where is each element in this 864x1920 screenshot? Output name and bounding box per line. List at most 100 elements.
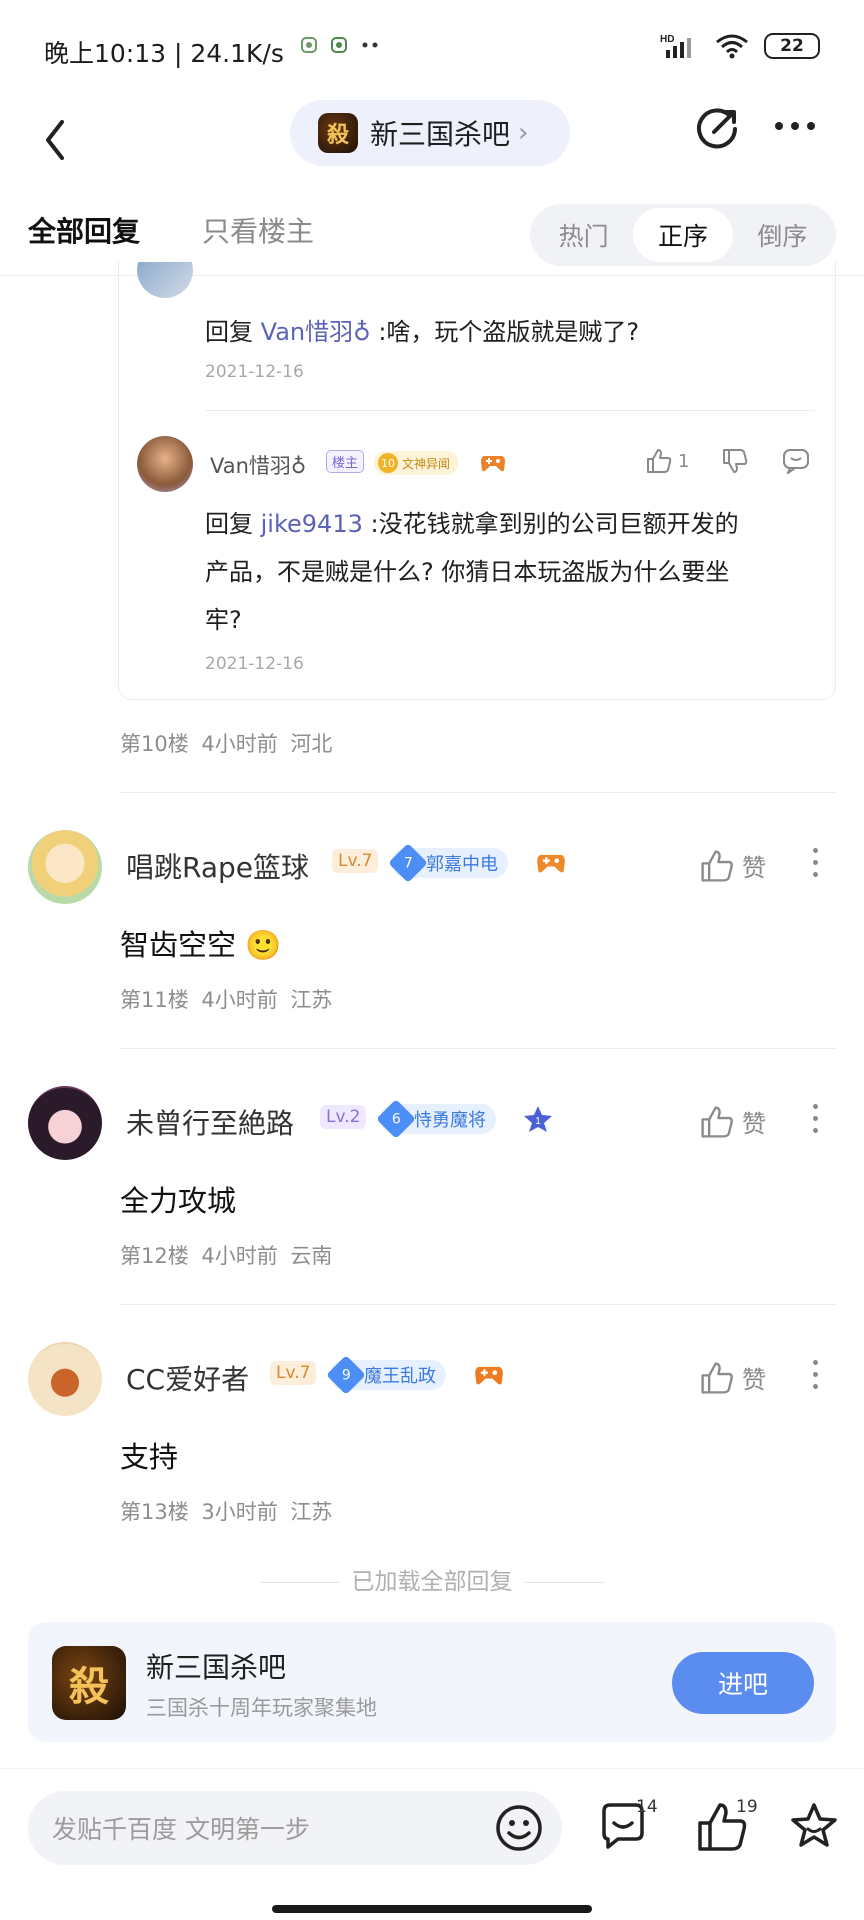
like-label: 赞 [742, 1366, 766, 1394]
divider [259, 1582, 340, 1583]
status-bar: 晚上10:13 | 24.1K/s HD 22 [0, 0, 864, 100]
like-button[interactable]: 赞 [700, 848, 766, 883]
floor-meta: 第10楼 4小时前 河北 [120, 732, 333, 756]
thumbs-up-icon [701, 1105, 733, 1138]
post-author[interactable]: 未曾行至絶路 [126, 1102, 294, 1142]
mention-link[interactable]: Van惜羽♁ [261, 318, 371, 346]
badge-title: 恃勇魔将 [414, 1110, 486, 1131]
like-label: 赞 [742, 1110, 766, 1138]
chevron-right-icon: › [518, 118, 529, 148]
forum-card-title: 新三国杀吧 [146, 1651, 287, 1684]
back-arrow-icon[interactable] [36, 110, 76, 170]
sub-reply-content: 牢? [205, 606, 242, 634]
owner-tag: 楼主 [326, 450, 365, 473]
avatar[interactable] [28, 830, 102, 904]
avatar[interactable] [137, 262, 193, 298]
post-menu-icon[interactable] [810, 1360, 820, 1394]
post-menu-icon[interactable] [810, 848, 820, 882]
post-author[interactable]: 唱跳Rape篮球 [126, 846, 309, 886]
like-label: 赞 [742, 854, 766, 882]
sub-reply-content: 产品，不是贼是什么? 你猜日本玩盗版为什么要坐 [205, 558, 730, 586]
level-badge: Lv.7 [332, 849, 379, 873]
like-count: 1 [678, 450, 690, 472]
forum-name: 新三国杀吧 [370, 118, 511, 151]
post-content: 全力攻城 [120, 1184, 237, 1218]
more-options-icon[interactable] [770, 106, 820, 146]
badge-title: 郭嘉中电 [426, 854, 498, 875]
bottom-bar: 发贴千百度 文明第一步 14 19 [0, 1768, 864, 1920]
member-badge: 10 文神异闻 [374, 451, 459, 475]
star-icon[interactable] [786, 1799, 842, 1855]
post-content: 智齿空空 🙂 [120, 928, 282, 962]
svg-text:HD: HD [660, 34, 674, 45]
reply-input[interactable]: 发贴千百度 文明第一步 [28, 1791, 562, 1865]
floor-meta: 第12楼 4小时前 云南 [120, 1244, 333, 1268]
tab-op-only[interactable]: 只看楼主 [202, 210, 314, 250]
gamepad-icon [475, 1366, 503, 1385]
divider [524, 1582, 605, 1583]
like-count: 19 [736, 1797, 758, 1817]
badge-level: 9 [341, 1366, 351, 1383]
level-badge: Lv.2 [320, 1105, 367, 1129]
wifi-icon [716, 34, 748, 59]
like-button[interactable]: 赞 [700, 1104, 766, 1139]
sub-reply-author[interactable]: Van惜羽♁ [210, 450, 306, 480]
like-button[interactable]: 1 [646, 448, 689, 474]
post-menu-icon[interactable] [810, 1104, 820, 1138]
like-button[interactable]: 赞 [700, 1360, 766, 1395]
level-badge: Lv.7 [270, 1361, 317, 1385]
loaded-all-text: 已加载全部回复 [351, 1569, 513, 1595]
divider [120, 1048, 836, 1049]
member-badge: 7 郭嘉中电 [388, 843, 508, 883]
mention-link[interactable]: jike9413 [261, 510, 363, 538]
comment-icon[interactable] [782, 448, 810, 474]
avatar[interactable] [28, 1086, 102, 1160]
sort-ascending[interactable]: 正序 [633, 208, 733, 262]
divider [120, 792, 836, 793]
thumbs-down-icon[interactable] [722, 448, 748, 474]
status-notification-icons [300, 36, 380, 54]
share-edit-icon[interactable] [692, 104, 742, 154]
member-badge: 9 魔王乱政 [326, 1355, 446, 1395]
forum-logo: 殺 [52, 1646, 126, 1720]
floor-meta: 第11楼 4小时前 江苏 [120, 988, 333, 1012]
emoji-icon[interactable] [494, 1803, 544, 1853]
post-author[interactable]: CC爱好者 [126, 1358, 249, 1398]
sub-reply-content: :啥，玩个盗版就是贼了? [370, 318, 640, 346]
reply-prefix: 回复 [205, 510, 261, 538]
sort-hot[interactable]: 热门 [534, 208, 633, 262]
divider [205, 410, 815, 411]
app-notification-icon [331, 37, 347, 53]
status-time: 晚上10:13 | 24.1K/s [44, 39, 284, 68]
tab-all-replies[interactable]: 全部回复 [28, 210, 140, 250]
member-badge: 6 恃勇魔将 [376, 1099, 496, 1139]
sub-reply-date: 2021-12-16 [205, 362, 304, 382]
forum-card-subtitle: 三国杀十周年玩家聚集地 [146, 1696, 377, 1720]
sub-reply-text: 回复 Van惜羽♁ :啥，玩个盗版就是贼了? [205, 308, 815, 356]
signal-icon: HD [660, 34, 691, 58]
join-forum-button[interactable]: 进吧 [672, 1652, 814, 1714]
reply-prefix: 回复 [205, 318, 261, 346]
avatar[interactable] [28, 1342, 102, 1416]
badge-level: 7 [403, 854, 413, 871]
thumbs-up-icon [647, 449, 672, 473]
nav-bar: 殺 新三国杀吧 › [0, 96, 864, 186]
forum-logo: 殺 [318, 113, 358, 153]
loaded-all-indicator: 已加载全部回复 [0, 1562, 864, 1596]
battery-level: 22 [780, 36, 804, 56]
sort-toggle: 热门 正序 倒序 [530, 204, 836, 266]
post-content: 支持 [120, 1440, 179, 1474]
forum-pill[interactable]: 殺 新三国杀吧 › [290, 100, 570, 166]
battery-indicator: 22 [764, 33, 820, 59]
forum-card[interactable]: 殺 新三国杀吧 三国杀十周年玩家聚集地 进吧 [28, 1622, 836, 1742]
avatar[interactable] [137, 436, 193, 492]
app-notification-icon [301, 37, 317, 53]
thumbs-up-icon [701, 1361, 733, 1394]
sort-descending[interactable]: 倒序 [733, 208, 832, 262]
thumbs-up-icon [701, 849, 733, 882]
gamepad-icon [481, 456, 505, 472]
badge-level: 10 [378, 453, 398, 473]
comment-count: 14 [636, 1797, 658, 1817]
home-indicator [272, 1905, 592, 1913]
sub-reply-content: :没花钱就拿到别的公司巨额开发的 [362, 510, 739, 538]
